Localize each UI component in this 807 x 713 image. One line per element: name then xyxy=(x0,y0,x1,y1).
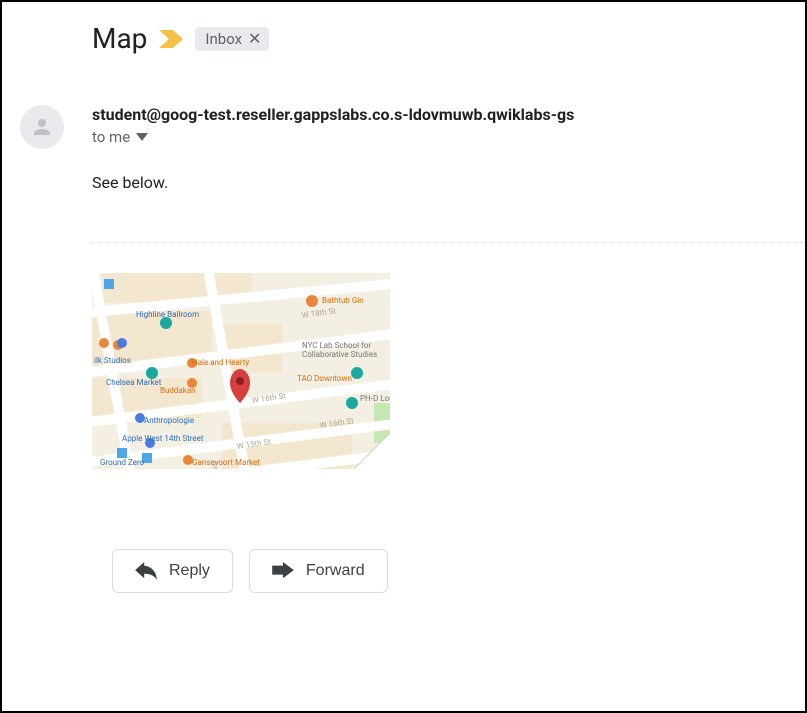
svg-text:Gansevoort Market: Gansevoort Market xyxy=(192,458,260,467)
svg-text:Bathtub Gin: Bathtub Gin xyxy=(322,296,364,305)
forward-button[interactable]: Forward xyxy=(249,549,388,593)
recipient-text: to me xyxy=(92,128,130,146)
importance-marker-icon[interactable] xyxy=(159,30,183,48)
svg-text:Anthropologie: Anthropologie xyxy=(144,416,194,425)
svg-text:Chelsea Market: Chelsea Market xyxy=(106,378,162,387)
svg-text:Collaborative Studies: Collaborative Studies xyxy=(302,350,377,359)
close-icon[interactable]: ✕ xyxy=(248,31,261,47)
person-icon xyxy=(30,115,54,139)
actions-row: Reply Forward xyxy=(2,549,805,593)
email-body: See below. xyxy=(2,173,805,192)
svg-text:ilk Studios: ilk Studios xyxy=(94,356,131,365)
svg-text:TAO Downtown: TAO Downtown xyxy=(297,374,352,383)
svg-text:Buddakan: Buddakan xyxy=(160,386,196,395)
svg-text:Ave: Ave xyxy=(210,460,221,469)
svg-text:Hale and Hearty: Hale and Hearty xyxy=(192,358,249,367)
sender-email: student@goog-test.reseller.gappslabs.co.… xyxy=(92,105,574,124)
map-image: Bathtub Gin Highline Ballroom NYC Lab Sc… xyxy=(92,273,390,469)
reply-label: Reply xyxy=(169,562,210,580)
svg-text:Ground Zero: Ground Zero xyxy=(100,458,145,467)
forward-label: Forward xyxy=(306,562,365,580)
email-header: Map Inbox ✕ xyxy=(2,22,805,55)
recipient-dropdown[interactable]: to me xyxy=(92,128,574,146)
map-attachment[interactable]: Bathtub Gin Highline Ballroom NYC Lab Sc… xyxy=(92,273,390,469)
reply-button[interactable]: Reply xyxy=(112,549,233,593)
avatar[interactable] xyxy=(20,105,64,149)
email-subject: Map xyxy=(92,22,147,55)
svg-text:Apple West 14th Street: Apple West 14th Street xyxy=(122,434,204,443)
chevron-down-icon xyxy=(136,133,148,141)
label-inbox[interactable]: Inbox ✕ xyxy=(195,27,269,51)
svg-text:Highline Ballroom: Highline Ballroom xyxy=(136,310,199,319)
forward-icon xyxy=(272,562,294,580)
sender-row: student@goog-test.reseller.gappslabs.co.… xyxy=(2,105,805,149)
reply-icon xyxy=(135,562,157,580)
divider xyxy=(92,242,805,243)
label-text: Inbox xyxy=(205,30,242,48)
page-corner-fold xyxy=(354,433,390,469)
svg-text:NYC Lab School for: NYC Lab School for xyxy=(302,341,371,350)
svg-text:PH-D Lounge: PH-D Lounge xyxy=(360,394,390,403)
